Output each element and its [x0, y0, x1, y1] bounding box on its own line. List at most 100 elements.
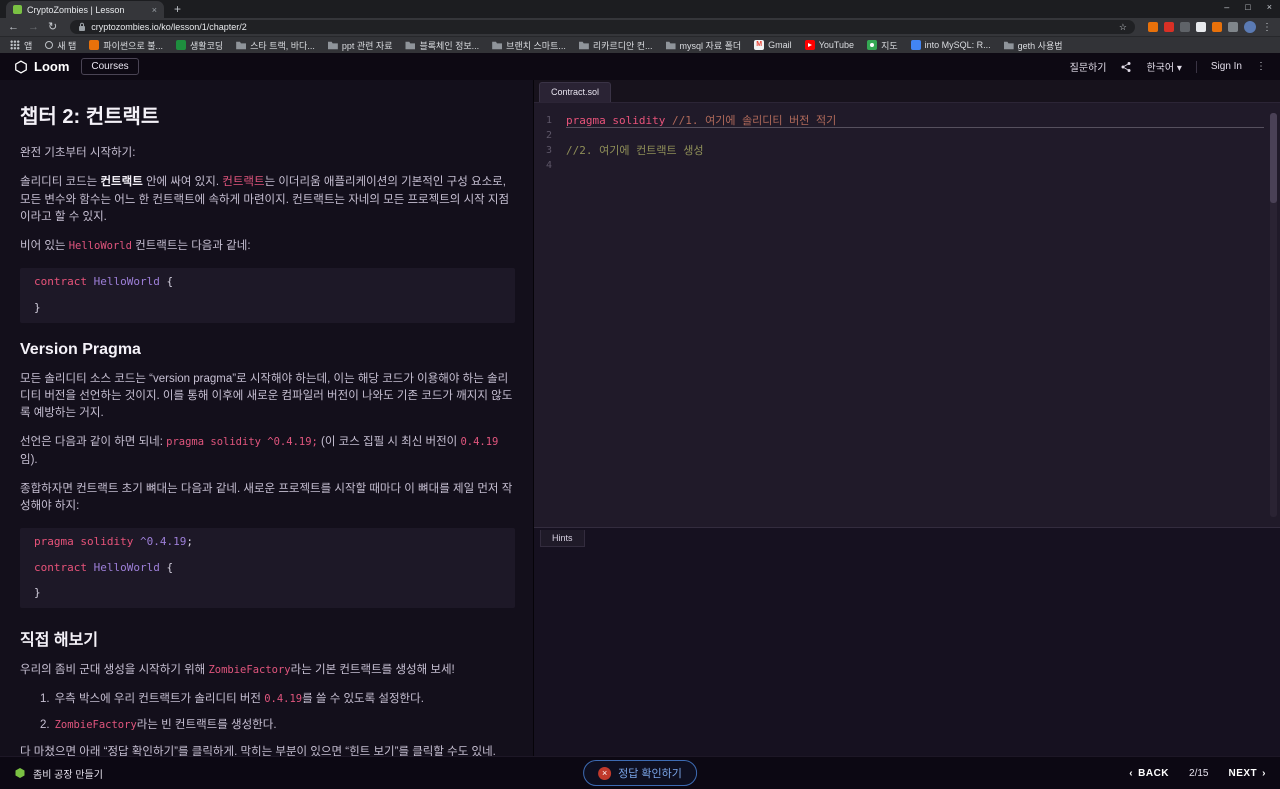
bookmark-item-youtube[interactable]: YouTube: [804, 40, 854, 50]
lesson-paragraph: 선언은 다음과 같이 하면 되네: pragma solidity ^0.4.1…: [20, 434, 515, 469]
bookmark-item[interactable]: 스타 트랙, 바다...: [236, 39, 315, 52]
courses-button[interactable]: Courses: [81, 58, 139, 75]
omnibox[interactable]: cryptozombies.io/ko/lesson/1/chapter/2 ☆: [70, 20, 1135, 34]
bookmark-item-maps[interactable]: 지도: [867, 39, 898, 52]
text-segment: 종합하자면 컨트랙트 초기 뼈대는 다음과 같네. 새로운 프로젝트를 시작할 …: [20, 482, 513, 512]
window-close-button[interactable]: ×: [1267, 2, 1272, 12]
inline-code: HelloWorld: [68, 240, 132, 252]
text-segment: 임).: [20, 453, 38, 466]
bookmark-label: 앱: [24, 40, 33, 51]
editor-scrollbar[interactable]: [1270, 113, 1277, 517]
bookmark-item[interactable]: 리카르디안 컨...: [578, 39, 653, 52]
bookmark-item[interactable]: ppt 관련 자료: [327, 39, 392, 52]
chevron-left-icon: ‹: [1129, 767, 1134, 779]
editor-tab-contract-sol[interactable]: Contract.sol: [539, 82, 612, 102]
code-line: 2: [534, 128, 1280, 143]
line-number: 4: [545, 160, 552, 171]
check-answer-label: 정답 확인하기: [618, 768, 682, 780]
bookmark-label: 지도: [881, 40, 898, 51]
extensions-area: ⋮: [1148, 21, 1272, 33]
glossary-link[interactable]: 컨트랙트: [222, 176, 264, 188]
folder-icon: [405, 41, 416, 50]
bookmark-item[interactable]: 브랜치 스마트...: [492, 39, 566, 52]
text-segment: 우리의 좀비 군대 생성을 시작하기 위해: [20, 664, 209, 676]
bookmark-item[interactable]: 생활코딩: [176, 39, 223, 52]
bookmark-label: 브랜치 스마트...: [506, 40, 566, 51]
ask-question-link[interactable]: 질문하기: [1070, 59, 1107, 74]
text-segment: 우측 박스에 우리 컨트랙트가 솔리디티 버전: [54, 693, 265, 706]
zombie-hexagon-icon: [15, 768, 25, 778]
next-button[interactable]: NEXT ›: [1228, 768, 1266, 779]
bookmark-star-icon[interactable]: ☆: [1119, 22, 1127, 33]
header-menu-icon[interactable]: ⋮: [1256, 61, 1266, 72]
tab-close-icon[interactable]: ×: [152, 5, 157, 15]
bookmark-label: mysql 자료 폴더: [679, 40, 742, 51]
text-segment: 컨트랙트는 다음과 같네:: [131, 240, 251, 252]
footer-bar: 좀비 공장 만들기 × 정답 확인하기 ‹ BACK 2/15 NEXT ›: [0, 756, 1280, 789]
hints-tab[interactable]: Hints: [540, 530, 585, 547]
screen: CryptoZombies | Lesson × + – □ × ← → ↻ c…: [0, 0, 1280, 789]
code-token: pragma solidity: [566, 114, 672, 127]
extension-icon[interactable]: [1228, 22, 1238, 32]
inline-code: ZombieFactory: [54, 718, 137, 731]
extension-icon[interactable]: [1180, 22, 1190, 32]
code-token: ^0.4.19: [139, 535, 187, 549]
code-line-text: //2. 여기에 컨트랙트 생성: [566, 143, 1280, 158]
bookmark-item[interactable]: 파이썬으로 불...: [89, 39, 163, 52]
bookmark-item-apps[interactable]: 앱: [10, 39, 32, 52]
back-button[interactable]: ←: [8, 21, 19, 33]
bookmark-label: 리카르디안 컨...: [592, 40, 653, 51]
window-minimize-button[interactable]: –: [1224, 2, 1229, 12]
lesson-paragraph: 모든 솔리디티 소스 코드는 “version pragma”로 시작해야 하는…: [20, 371, 515, 423]
browser-tab[interactable]: CryptoZombies | Lesson ×: [6, 1, 164, 18]
hints-section: Hints: [534, 527, 1280, 756]
section-heading-version-pragma: Version Pragma: [20, 340, 141, 358]
bookmark-item[interactable]: mysql 자료 폴더: [665, 39, 742, 52]
share-icon[interactable]: [1120, 61, 1132, 73]
bookmark-label: 블록체인 정보...: [419, 40, 480, 51]
hexagon-logo-icon: [15, 59, 27, 74]
window-maximize-button[interactable]: □: [1245, 2, 1250, 12]
extension-icon[interactable]: [1196, 22, 1206, 32]
code-token: {: [159, 560, 174, 574]
extension-icon[interactable]: [1164, 22, 1174, 32]
bookmark-item[interactable]: geth 사용법: [1003, 39, 1063, 52]
new-tab-button[interactable]: +: [174, 2, 181, 16]
code-editor[interactable]: 1 pragma solidity //1. 여기에 솔리디티 버전 적기 2 …: [534, 103, 1280, 527]
bookmark-item-gmail[interactable]: Gmail: [754, 40, 792, 50]
profile-avatar[interactable]: [1244, 21, 1256, 33]
text-segment: 선언은 다음과 같이 하면 되네:: [20, 436, 167, 449]
code-comment: //2. 여기에 컨트랙트 생성: [566, 144, 704, 157]
page-icon: [89, 40, 100, 50]
folder-icon: [578, 41, 589, 50]
bookmark-item[interactable]: 새 탭: [45, 39, 76, 52]
app-logo[interactable]: Loom: [14, 59, 69, 74]
language-selector[interactable]: 한국어 ▾: [1146, 59, 1181, 74]
back-button[interactable]: ‹ BACK: [1129, 768, 1169, 779]
refresh-button[interactable]: ↻: [48, 21, 57, 33]
code-token: contract: [34, 275, 87, 289]
sign-in-link[interactable]: Sign In: [1211, 61, 1242, 72]
code-token: pragma solidity: [34, 535, 140, 549]
bookmark-item[interactable]: into MySQL: R...: [910, 40, 991, 50]
code-line: 1 pragma solidity //1. 여기에 솔리디티 버전 적기: [534, 113, 1280, 128]
bookmark-item[interactable]: 블록체인 정보...: [405, 39, 479, 52]
code-token: contract: [34, 560, 87, 574]
lesson-paragraph: 완전 기초부터 시작하기:: [20, 145, 515, 162]
forward-button[interactable]: →: [28, 21, 39, 33]
youtube-icon: [804, 40, 815, 50]
code-line: 4: [534, 158, 1280, 173]
lock-icon: [79, 22, 86, 31]
folder-icon: [492, 41, 503, 50]
extension-icon[interactable]: [1148, 22, 1158, 32]
scrollbar-thumb[interactable]: [1270, 113, 1277, 203]
browser-menu-button[interactable]: ⋮: [1262, 22, 1272, 33]
extension-icon[interactable]: [1212, 22, 1222, 32]
text-segment: 모든 솔리디티 소스 코드는 “version pragma”로 시작해야 하는…: [20, 372, 513, 420]
code-token: }: [34, 300, 41, 314]
tab-title: CryptoZombies | Lesson: [27, 4, 125, 15]
text-segment: 라는 기본 컨트랙트를 생성해 보세!: [290, 664, 455, 676]
back-label: BACK: [1138, 767, 1170, 779]
check-answer-button[interactable]: × 정답 확인하기: [583, 760, 697, 786]
